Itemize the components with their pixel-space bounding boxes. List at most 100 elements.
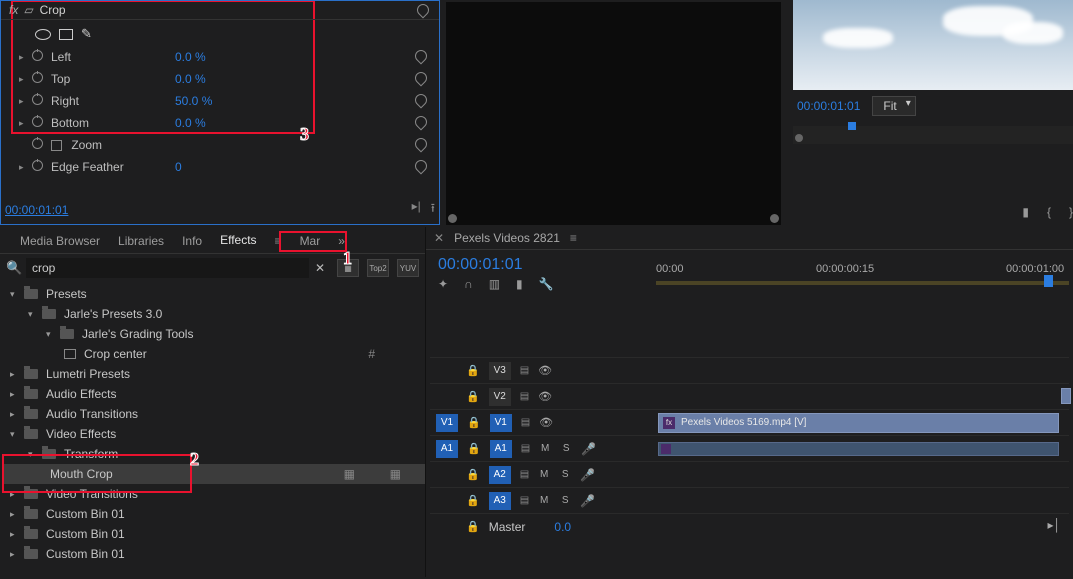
toggle-output-icon[interactable]: ▤: [520, 365, 529, 376]
expand-arrow-icon[interactable]: ▸: [19, 74, 29, 85]
clip-edge[interactable]: [1061, 388, 1071, 404]
linked-selection-icon[interactable]: ▥: [489, 277, 500, 291]
expand-arrow-icon[interactable]: ▸: [19, 118, 29, 129]
tree-audio-effects[interactable]: ▸ Audio Effects: [4, 384, 425, 404]
param-top-value[interactable]: 0.0 %: [175, 72, 255, 86]
snap-icon[interactable]: ∩: [464, 277, 473, 291]
marker-icon[interactable]: ▮: [516, 277, 523, 291]
source-target-a1[interactable]: A1: [436, 440, 458, 458]
play-around-icon[interactable]: ▸|: [412, 199, 421, 220]
reset-param-icon[interactable]: [413, 72, 429, 87]
tab-info[interactable]: Info: [182, 234, 202, 248]
work-area-bar[interactable]: [656, 281, 1069, 285]
tab-markers[interactable]: Mar: [300, 234, 321, 248]
lock-icon[interactable]: 🔒: [466, 494, 480, 507]
zoom-checkbox[interactable]: [51, 140, 62, 151]
tree-crop-center[interactable]: Crop center #: [4, 344, 425, 364]
mic-icon[interactable]: 🎤: [581, 442, 596, 456]
transform-icon[interactable]: ▱: [24, 3, 33, 17]
panel-menu-icon[interactable]: ≡: [275, 234, 282, 248]
chevron-down-icon[interactable]: ▾: [10, 429, 20, 440]
clear-search-icon[interactable]: ✕: [315, 261, 329, 275]
track-a1[interactable]: A1 🔒 A1 ▤ M S 🎤: [430, 435, 1069, 461]
tree-video-effects[interactable]: ▾ Video Effects: [4, 424, 425, 444]
param-edgefeather-value[interactable]: 0: [175, 160, 255, 174]
timeline-ruler[interactable]: 00:00 00:00:00:15 00:00:01:00: [656, 263, 1069, 287]
mute-toggle[interactable]: M: [539, 443, 551, 454]
effect-keyframe-area[interactable]: [446, 2, 781, 225]
program-scrubber[interactable]: [793, 126, 1073, 144]
tab-libraries[interactable]: Libraries: [118, 234, 164, 248]
source-target-v1[interactable]: V1: [436, 414, 458, 432]
track-label[interactable]: A3: [489, 492, 511, 510]
filter-chip-32bit[interactable]: Top2: [367, 259, 389, 277]
scroll-handle-right[interactable]: [770, 214, 779, 223]
stopwatch-icon[interactable]: [29, 138, 45, 152]
scrub-knob[interactable]: [795, 134, 803, 142]
chevron-right-icon[interactable]: ▸: [10, 409, 20, 420]
reset-param-icon[interactable]: [413, 116, 429, 131]
chevron-right-icon[interactable]: ▸: [10, 389, 20, 400]
reset-param-icon[interactable]: [413, 50, 429, 65]
tree-audio-transitions[interactable]: ▸ Audio Transitions: [4, 404, 425, 424]
lock-icon[interactable]: 🔒: [466, 520, 480, 533]
track-label[interactable]: A2: [489, 466, 511, 484]
param-bottom-value[interactable]: 0.0 %: [175, 116, 255, 130]
lock-icon[interactable]: 🔒: [466, 364, 480, 377]
reset-param-icon[interactable]: [413, 160, 429, 175]
tab-media-browser[interactable]: Media Browser: [20, 234, 100, 248]
tree-custom-bin-3[interactable]: ▸ Custom Bin 01: [4, 544, 425, 564]
lock-icon[interactable]: 🔒: [467, 442, 481, 455]
goto-end-icon[interactable]: ▸│: [1047, 518, 1061, 532]
track-master[interactable]: 🔒 Master 0.0 ▸│: [430, 513, 1069, 539]
tree-custom-bin-2[interactable]: ▸ Custom Bin 01: [4, 524, 425, 544]
track-v3[interactable]: 🔒 V3 ▤ 👁: [430, 357, 1069, 383]
panel-menu-icon[interactable]: ≡: [570, 231, 577, 245]
tree-presets[interactable]: ▾ Presets: [4, 284, 425, 304]
chevron-right-icon[interactable]: ▸: [10, 489, 20, 500]
program-timecode[interactable]: 00:00:01:01: [797, 99, 860, 113]
expand-arrow-icon[interactable]: ▸: [19, 52, 29, 63]
tab-overflow[interactable]: »: [338, 234, 345, 248]
expand-arrow-icon[interactable]: ▸: [19, 96, 29, 107]
tree-lumetri[interactable]: ▸ Lumetri Presets: [4, 364, 425, 384]
chevron-down-icon[interactable]: ▾: [46, 329, 56, 340]
filter-chip-yuv[interactable]: YUV: [397, 259, 419, 277]
tab-effects[interactable]: Effects: [220, 233, 256, 249]
track-a2[interactable]: 🔒 A2 ▤ M S 🎤: [430, 461, 1069, 487]
solo-toggle[interactable]: S: [559, 469, 571, 480]
reset-effect-icon[interactable]: [417, 4, 429, 19]
master-level[interactable]: 0.0: [554, 520, 571, 534]
chevron-down-icon[interactable]: ▾: [10, 289, 20, 300]
eye-icon[interactable]: 👁: [539, 416, 553, 429]
program-preview[interactable]: [793, 0, 1073, 90]
fx-badge-icon[interactable]: fx: [9, 3, 18, 17]
tree-transform[interactable]: ▾ Transform: [4, 444, 425, 464]
timeline-playhead[interactable]: [1044, 275, 1053, 287]
solo-toggle[interactable]: S: [559, 495, 571, 506]
stopwatch-icon[interactable]: [29, 116, 45, 130]
stopwatch-icon[interactable]: [29, 50, 45, 64]
sequence-tab[interactable]: Pexels Videos 2821: [454, 231, 560, 245]
track-a3[interactable]: 🔒 A3 ▤ M S 🎤: [430, 487, 1069, 513]
out-bracket-icon[interactable]: }: [1069, 205, 1073, 219]
stopwatch-icon[interactable]: [29, 72, 45, 86]
ec-timecode[interactable]: 00:00:01:01: [5, 203, 68, 217]
toggle-output-icon[interactable]: ▤: [521, 417, 530, 428]
close-icon[interactable]: ✕: [434, 231, 444, 245]
chevron-right-icon[interactable]: ▸: [10, 369, 20, 380]
track-v1[interactable]: V1 🔒 V1 ▤ 👁 fx Pexels Videos 5169.mp4 [V…: [430, 409, 1069, 435]
mask-ellipse-icon[interactable]: [35, 29, 51, 40]
expand-arrow-icon[interactable]: ▸: [19, 162, 29, 173]
chevron-down-icon[interactable]: ▾: [28, 449, 38, 460]
chevron-right-icon[interactable]: ▸: [10, 529, 20, 540]
lock-icon[interactable]: 🔒: [467, 416, 481, 429]
eye-icon[interactable]: 👁: [538, 364, 552, 377]
mask-rectangle-icon[interactable]: [59, 29, 73, 40]
mute-toggle[interactable]: M: [538, 469, 550, 480]
loop-icon[interactable]: ⭱: [431, 199, 435, 220]
track-v2[interactable]: 🔒 V2 ▤ 👁: [430, 383, 1069, 409]
marker-icon[interactable]: ▮: [1022, 205, 1029, 219]
track-label[interactable]: V3: [489, 362, 511, 380]
stopwatch-icon[interactable]: [29, 160, 45, 174]
